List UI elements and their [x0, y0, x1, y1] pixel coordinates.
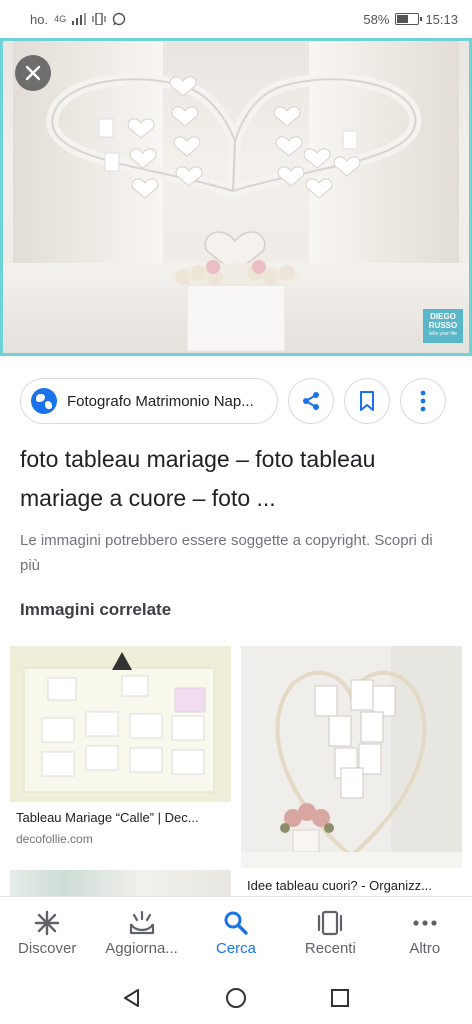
bottom-navigation: Discover Aggiorna... Cerca Recenti Altro [0, 896, 472, 970]
vibrate-icon [92, 13, 106, 25]
carrier-label: ho. [30, 11, 49, 27]
nav-updates[interactable]: Aggiorna... [97, 910, 187, 957]
related-thumbnail-1 [10, 646, 231, 802]
close-icon [25, 65, 41, 81]
heart-tableau-image [241, 646, 462, 868]
status-bar: ho. 4G 58% 15:13 [0, 0, 472, 38]
save-button[interactable] [344, 378, 390, 424]
copyright-notice[interactable]: Le immagini potrebbero essere soggette a… [20, 528, 452, 578]
nav-label-updates: Aggiorna... [105, 940, 178, 957]
watermark-line-3: tells your life [429, 331, 457, 337]
watermark-line-2: RUSSO [428, 321, 458, 330]
source-site-name: Fotografo Matrimonio Nap... [67, 392, 254, 410]
network-label: 4G [54, 14, 67, 24]
globe-icon [31, 388, 57, 414]
result-title[interactable]: foto tableau mariage – foto tableau mari… [20, 440, 452, 518]
tabs-icon [318, 910, 343, 936]
home-icon[interactable] [225, 987, 247, 1009]
nav-recent[interactable]: Recenti [285, 910, 375, 957]
clock: 15:13 [425, 11, 458, 27]
related-title-1: Tableau Mariage “Calle” | Dec... [16, 810, 199, 825]
more-horiz-icon [413, 920, 437, 926]
related-thumbnail-3 [10, 870, 231, 896]
more-options-button[interactable] [400, 378, 446, 424]
share-button[interactable] [288, 378, 334, 424]
signal-icon [72, 13, 87, 25]
nav-search[interactable]: Cerca [191, 910, 281, 957]
whatsapp-icon [112, 12, 126, 26]
back-icon[interactable] [121, 987, 143, 1009]
close-button[interactable] [15, 55, 51, 91]
nav-more[interactable]: Altro [380, 910, 470, 957]
battery-percent: 58% [363, 11, 390, 27]
recent-apps-icon[interactable] [329, 987, 351, 1009]
related-card-1[interactable]: Tableau Mariage “Calle” | Dec... decofol… [10, 646, 231, 856]
related-heading: Immagini correlate [20, 600, 172, 619]
status-right: 58% 15:13 [363, 12, 458, 27]
bookmark-icon [360, 391, 374, 411]
related-title-2: Idee tableau cuori? - Organizz... [247, 878, 432, 893]
search-icon [224, 911, 248, 935]
preview-image[interactable]: DIEGO RUSSO tells your life [0, 38, 472, 356]
nav-label-recent: Recenti [304, 940, 356, 957]
photographer-watermark: DIEGO RUSSO tells your life [423, 309, 463, 343]
system-navigation-bar [0, 972, 472, 1024]
source-site-chip[interactable]: Fotografo Matrimonio Nap... [20, 378, 278, 424]
related-card-2[interactable]: Idee tableau cuori? - Organizz... [241, 646, 462, 896]
watermark-line-1: DIEGO [430, 312, 456, 321]
nav-discover[interactable]: Discover [2, 910, 92, 957]
more-vert-icon [420, 390, 426, 412]
related-thumbnail-2 [241, 646, 462, 868]
asterisk-icon [34, 910, 60, 936]
related-card-3[interactable] [10, 870, 231, 896]
updates-icon [129, 910, 154, 935]
tableau-board-image [10, 646, 231, 802]
source-actions-row: Fotografo Matrimonio Nap... [20, 377, 460, 425]
share-icon [303, 392, 319, 410]
battery-icon [395, 13, 423, 25]
nav-label-discover: Discover [18, 940, 77, 957]
nav-label-more: Altro [409, 940, 441, 957]
tableau-hearts-illustration [46, 73, 422, 352]
related-domain-1: decofollie.com [16, 832, 93, 846]
nav-label-search: Cerca [215, 940, 256, 957]
status-left: ho. 4G [30, 12, 126, 27]
